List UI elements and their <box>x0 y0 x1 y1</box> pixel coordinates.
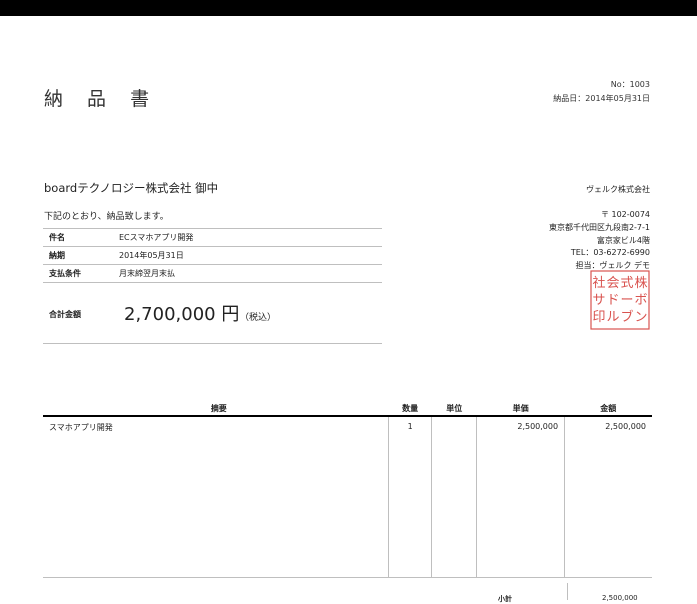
info-value: 2014年05月31日 <box>119 246 382 265</box>
col-unit: 単位 <box>431 402 477 417</box>
customer-name: boardテクノロジー株式会社 御中 <box>44 181 219 195</box>
seal-glyph: ド <box>606 293 619 308</box>
item-amount: 2,500,000 <box>564 416 652 578</box>
seal-glyph: 株 <box>634 276 647 291</box>
phone-line: TEL：03-6272-6990 <box>570 248 650 258</box>
info-table: 件名 ECスマホアプリ開発 納期 2014年05月31日 支払条件 月末締翌月末… <box>43 228 382 283</box>
item-quantity: 1 <box>388 416 432 578</box>
subtotal-divider <box>567 583 568 600</box>
info-label: 納期 <box>43 246 119 265</box>
info-row: 納期 2014年05月31日 <box>43 246 382 265</box>
item-unit-price: 2,500,000 <box>476 416 565 578</box>
building-line: 富京家ビル4階 <box>596 235 650 245</box>
seller-company: ヴェルク株式会社 <box>586 185 650 194</box>
info-value: ECスマホアプリ開発 <box>119 228 382 247</box>
seal-glyph: ボ <box>634 293 647 308</box>
total-label: 合計金額 <box>49 310 81 319</box>
info-label: 件名 <box>43 228 119 247</box>
top-bar <box>0 0 697 16</box>
subtotal-label: 小計 <box>498 595 512 603</box>
items-header-row: 摘要 数量 単位 単価 金額 <box>43 402 652 417</box>
info-row: 支払条件 月末締翌月末払 <box>43 264 382 283</box>
info-label: 支払条件 <box>43 264 119 283</box>
total-amount-row: 合計金額 2,700,000 円 （税込） <box>43 284 382 344</box>
subtotal-value: 2,500,000 <box>602 594 638 602</box>
seal-glyph: 印 <box>592 310 605 325</box>
col-amount: 金額 <box>564 402 652 417</box>
seal-glyph: ー <box>620 293 633 308</box>
seal-glyph: ン <box>634 310 647 325</box>
item-description: スマホアプリ開発 <box>43 416 389 578</box>
table-row: スマホアプリ開発 1 2,500,000 2,500,000 <box>43 416 652 578</box>
delivery-date: 納品日：2014年05月31日 <box>553 94 650 103</box>
document-meta: No：1003 納品日：2014年05月31日 <box>553 78 650 106</box>
seal-glyph: ブ <box>620 309 633 325</box>
col-description: 摘要 <box>43 402 389 417</box>
seal-glyph: 社 <box>592 275 605 291</box>
seal-glyph: 会 <box>606 276 619 291</box>
document-title: 納 品 書 <box>44 88 159 110</box>
tax-note: （税込） <box>240 313 277 323</box>
info-row: 件名 ECスマホアプリ開発 <box>43 228 382 247</box>
seal-glyph: ル <box>606 310 619 325</box>
seller-address: 〒 102-0074 東京都千代田区九段南2-7-1 富京家ビル4階 TEL：0… <box>549 209 650 273</box>
address-line: 東京都千代田区九段南2-7-1 <box>548 222 650 232</box>
postal-code: 〒 102-0074 <box>600 210 650 219</box>
intro-text: 下記のとおり、納品致します。 <box>44 212 169 222</box>
company-seal-stamp: 株ボン 式ーブ 会ドル 社サ印 <box>590 270 650 330</box>
items-table: 摘要 数量 単位 単価 金額 スマホアプリ開発 1 2,500,000 2,50… <box>43 402 652 578</box>
seal-glyph: 式 <box>620 276 633 291</box>
total-value: 2,700,000 円 <box>124 304 240 325</box>
item-unit <box>431 416 477 578</box>
col-unit-price: 単価 <box>476 402 565 417</box>
col-quantity: 数量 <box>388 402 432 417</box>
seal-glyph: サ <box>592 293 605 308</box>
info-value: 月末締翌月末払 <box>119 264 382 283</box>
document-number: No：1003 <box>610 80 650 89</box>
